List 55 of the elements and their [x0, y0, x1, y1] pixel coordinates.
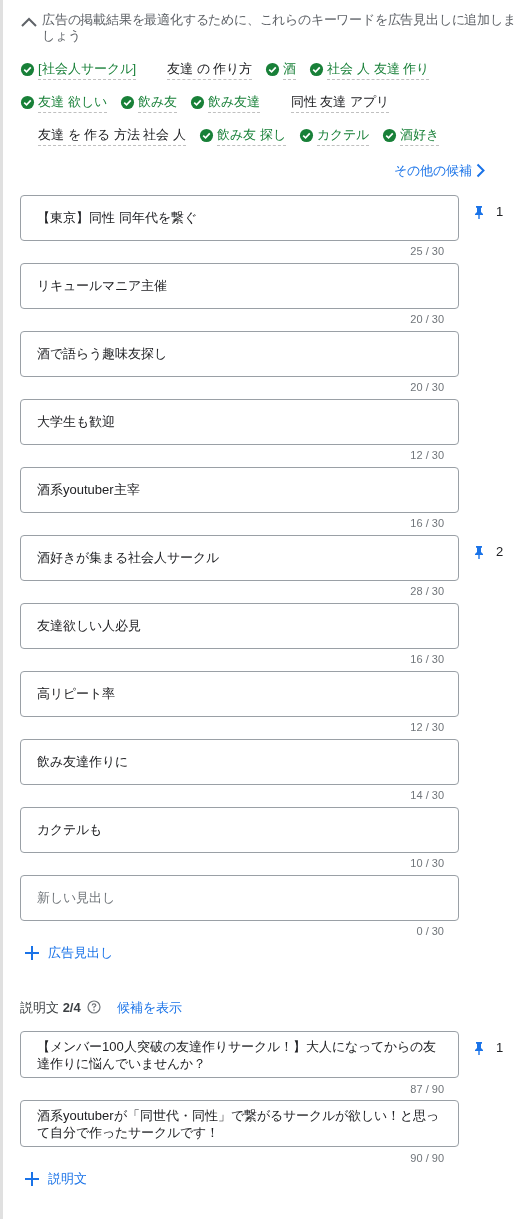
text-field[interactable]: 【東京】同性 同年代を繋ぐ	[20, 194, 459, 241]
character-counter: 90 / 90	[410, 1150, 444, 1166]
character-counter: 20 / 30	[410, 380, 444, 396]
keyword-chip[interactable]: 同性 友達 アプリ	[290, 91, 389, 113]
section-label: 説明文 2/4	[20, 998, 81, 1017]
keyword-chip[interactable]: [社会人サークル]	[38, 58, 137, 80]
text-field[interactable]: カクテルも	[20, 806, 459, 853]
character-counter: 28 / 30	[410, 584, 444, 600]
text-field[interactable]: 酒好きが集まる社会人サークル	[20, 534, 459, 581]
text-field[interactable]: 酒系youtuber主宰	[20, 466, 459, 513]
pin-position: 1	[496, 1041, 504, 1055]
plus-icon	[24, 944, 40, 961]
keyword-chip[interactable]: 酒	[283, 58, 297, 80]
character-counter: 14 / 30	[410, 788, 444, 804]
keyword-chip[interactable]: 飲み友達	[207, 91, 260, 113]
add-button[interactable]: 説明文	[24, 1169, 87, 1189]
pin-icon	[474, 204, 484, 219]
text-field[interactable]: 【メンバー100人突破の友達作りサークル！】大人になってからの友達作りに悩んでいませんか？	[20, 1031, 459, 1078]
character-counter: 20 / 30	[410, 312, 444, 328]
keyword-chip[interactable]: 友達 の 作り方	[167, 58, 253, 80]
keyword-chip[interactable]: 友達 を 作る 方法 社会 人	[38, 124, 187, 146]
plus-icon	[24, 1171, 40, 1187]
collapse-icon[interactable]	[20, 16, 38, 28]
text-field[interactable]: 新しい見出し	[20, 874, 459, 921]
keyword-chip[interactable]: 社会 人 友達 作り	[327, 58, 430, 80]
character-counter: 12 / 30	[410, 720, 444, 736]
character-counter: 25 / 30	[410, 244, 444, 260]
keyword-chip[interactable]: 酒好き	[399, 124, 439, 146]
chevron-right-icon	[476, 163, 485, 179]
character-counter: 16 / 30	[410, 652, 444, 668]
pin-position: 1	[496, 204, 504, 219]
pin-icon	[474, 544, 484, 559]
keyword-chip[interactable]: 飲み友	[137, 91, 177, 113]
character-counter: 10 / 30	[410, 856, 444, 872]
suggestion-message: 広告の掲載結果を最適化するために、これらのキーワードを広告見出しに追加しましょう	[42, 12, 517, 44]
text-field[interactable]: 酒で語らう趣味友探し	[20, 330, 459, 377]
text-field[interactable]: 友達欲しい人必見	[20, 602, 459, 649]
keyword-chip[interactable]: 飲み友 探し	[217, 124, 286, 146]
character-counter: 87 / 90	[410, 1081, 444, 1097]
help-icon[interactable]	[86, 1000, 101, 1015]
character-counter: 16 / 30	[410, 516, 444, 532]
more-suggestions-link[interactable]: その他の候補	[394, 161, 485, 181]
character-counter: 12 / 30	[410, 448, 444, 464]
text-field[interactable]: 大学生も歓迎	[20, 398, 459, 445]
text-field[interactable]: リキュールマニア主催	[20, 262, 459, 309]
character-counter: 0 / 30	[416, 924, 444, 940]
text-field[interactable]: 飲み友達作りに	[20, 738, 459, 785]
text-field[interactable]: 高リピート率	[20, 670, 459, 717]
add-button[interactable]: 広告見出し	[24, 942, 113, 963]
text-field[interactable]: 酒系youtuberが「同世代・同性」で繋がるサークルが欲しい！と思って自分で作ったサークルです！	[20, 1100, 459, 1147]
keyword-chip[interactable]: カクテル	[316, 124, 369, 146]
show-suggestions-link[interactable]: 候補を表示	[116, 997, 182, 1017]
pin-position: 2	[496, 544, 504, 559]
keyword-chip[interactable]: 友達 欲しい	[38, 91, 107, 113]
pin-icon	[474, 1041, 484, 1055]
